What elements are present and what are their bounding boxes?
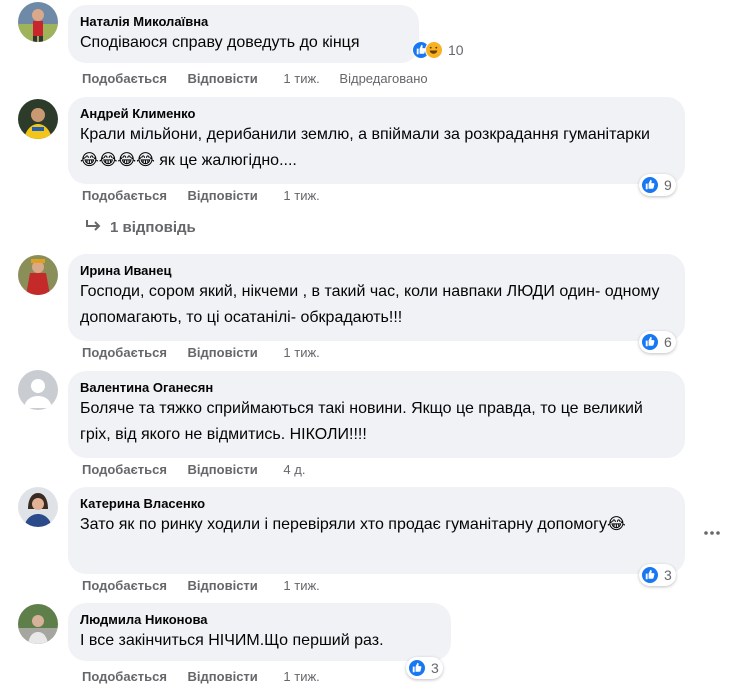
reaction-count: 6: [664, 334, 672, 350]
like-button[interactable]: Подобається: [82, 462, 167, 478]
comment-author[interactable]: Валентина Оганесян: [80, 379, 673, 396]
reaction-count: 9: [664, 177, 672, 193]
reply-button[interactable]: Відповісти: [188, 578, 258, 594]
avatar[interactable]: [18, 604, 58, 644]
like-button[interactable]: Подобається: [82, 71, 167, 87]
comment-timestamp[interactable]: 1 тиж.: [283, 578, 319, 594]
comment-actions: Подобається Відповісти 4 д.: [82, 462, 305, 478]
comment-bubble: Андрей Клименко Крали мільйони, дерибани…: [68, 97, 685, 184]
like-icon: [641, 176, 659, 194]
comment-actions: Подобається Відповісти 1 тиж.: [82, 188, 320, 204]
reaction-summary[interactable]: 3: [406, 657, 443, 679]
like-icon: [641, 333, 659, 351]
avatar[interactable]: [18, 2, 58, 42]
like-icon: [408, 659, 426, 677]
comment-timestamp[interactable]: 4 д.: [283, 462, 305, 478]
comment-author[interactable]: Андрей Клименко: [80, 105, 673, 122]
comment-actions: Подобається Відповісти 1 тиж.: [82, 345, 320, 361]
comment-text: Зато як по ринку ходили і перевіряли хто…: [80, 516, 626, 533]
replies-count-label: 1 відповідь: [110, 218, 196, 236]
comment-timestamp[interactable]: 1 тиж.: [283, 669, 319, 685]
comment-timestamp[interactable]: 1 тиж.: [283, 188, 319, 204]
comment-bubble: Катерина Власенко Зато як по ринку ходил…: [68, 487, 685, 574]
comment-author[interactable]: Ирина Иванец: [80, 262, 673, 279]
comment-bubble: Ирина Иванец Господи, сором який, нікчем…: [68, 254, 685, 341]
comment-text: І все закінчиться НІЧИМ.Що перший раз.: [80, 632, 384, 649]
avatar[interactable]: [18, 99, 58, 139]
comment-text: Крали мільйони, дерибанили землю, а впій…: [80, 126, 650, 169]
comment-text: Господи, сором який, нікчеми , в такий ч…: [80, 283, 660, 326]
like-button[interactable]: Подобається: [82, 669, 167, 685]
more-options-icon[interactable]: [704, 523, 720, 541]
like-icon: [641, 566, 659, 584]
reaction-count: 3: [431, 660, 439, 676]
comment-author[interactable]: Наталія Миколаївна: [80, 13, 407, 30]
comment-author[interactable]: Катерина Власенко: [80, 495, 673, 512]
reply-button[interactable]: Відповісти: [188, 669, 258, 685]
reaction-summary[interactable]: 3: [639, 564, 676, 586]
like-button[interactable]: Подобається: [82, 345, 167, 361]
comment-timestamp[interactable]: 1 тиж.: [283, 71, 319, 87]
comment-bubble: Людмила Никонова І все закінчиться НІЧИМ…: [68, 603, 451, 661]
view-replies-link[interactable]: 1 відповідь: [84, 218, 196, 236]
avatar[interactable]: [18, 487, 58, 527]
reply-button[interactable]: Відповісти: [188, 462, 258, 478]
edited-label: Відредаговано: [339, 71, 428, 86]
reaction-summary[interactable]: 10: [410, 39, 468, 61]
comment-text: Боляче та тяжко сприймаються такі новини…: [80, 400, 643, 443]
comment-author[interactable]: Людмила Никонова: [80, 611, 439, 628]
comment-actions: Подобається Відповісти 1 тиж.: [82, 578, 320, 594]
reply-arrow-icon: [84, 218, 102, 236]
avatar[interactable]: [18, 255, 58, 295]
reaction-summary[interactable]: 9: [639, 174, 676, 196]
avatar[interactable]: [18, 370, 58, 410]
reaction-summary[interactable]: 6: [639, 331, 676, 353]
comment-bubble: Наталія Миколаївна Сподіваюся справу дов…: [68, 5, 419, 63]
comment-text: Сподіваюся справу доведуть до кінця: [80, 34, 360, 51]
comment-timestamp[interactable]: 1 тиж.: [283, 345, 319, 361]
reaction-count: 10: [448, 42, 464, 58]
comment-actions: Подобається Відповісти 1 тиж.: [82, 669, 320, 685]
like-button[interactable]: Подобається: [82, 188, 167, 204]
reaction-count: 3: [664, 567, 672, 583]
like-button[interactable]: Подобається: [82, 578, 167, 594]
reply-button[interactable]: Відповісти: [188, 71, 258, 87]
haha-icon: [425, 41, 443, 59]
comment-bubble: Валентина Оганесян Боляче та тяжко сприй…: [68, 371, 685, 458]
reply-button[interactable]: Відповісти: [188, 188, 258, 204]
reply-button[interactable]: Відповісти: [188, 345, 258, 361]
comment-actions: Подобається Відповісти 1 тиж. Відредагов…: [82, 71, 428, 87]
